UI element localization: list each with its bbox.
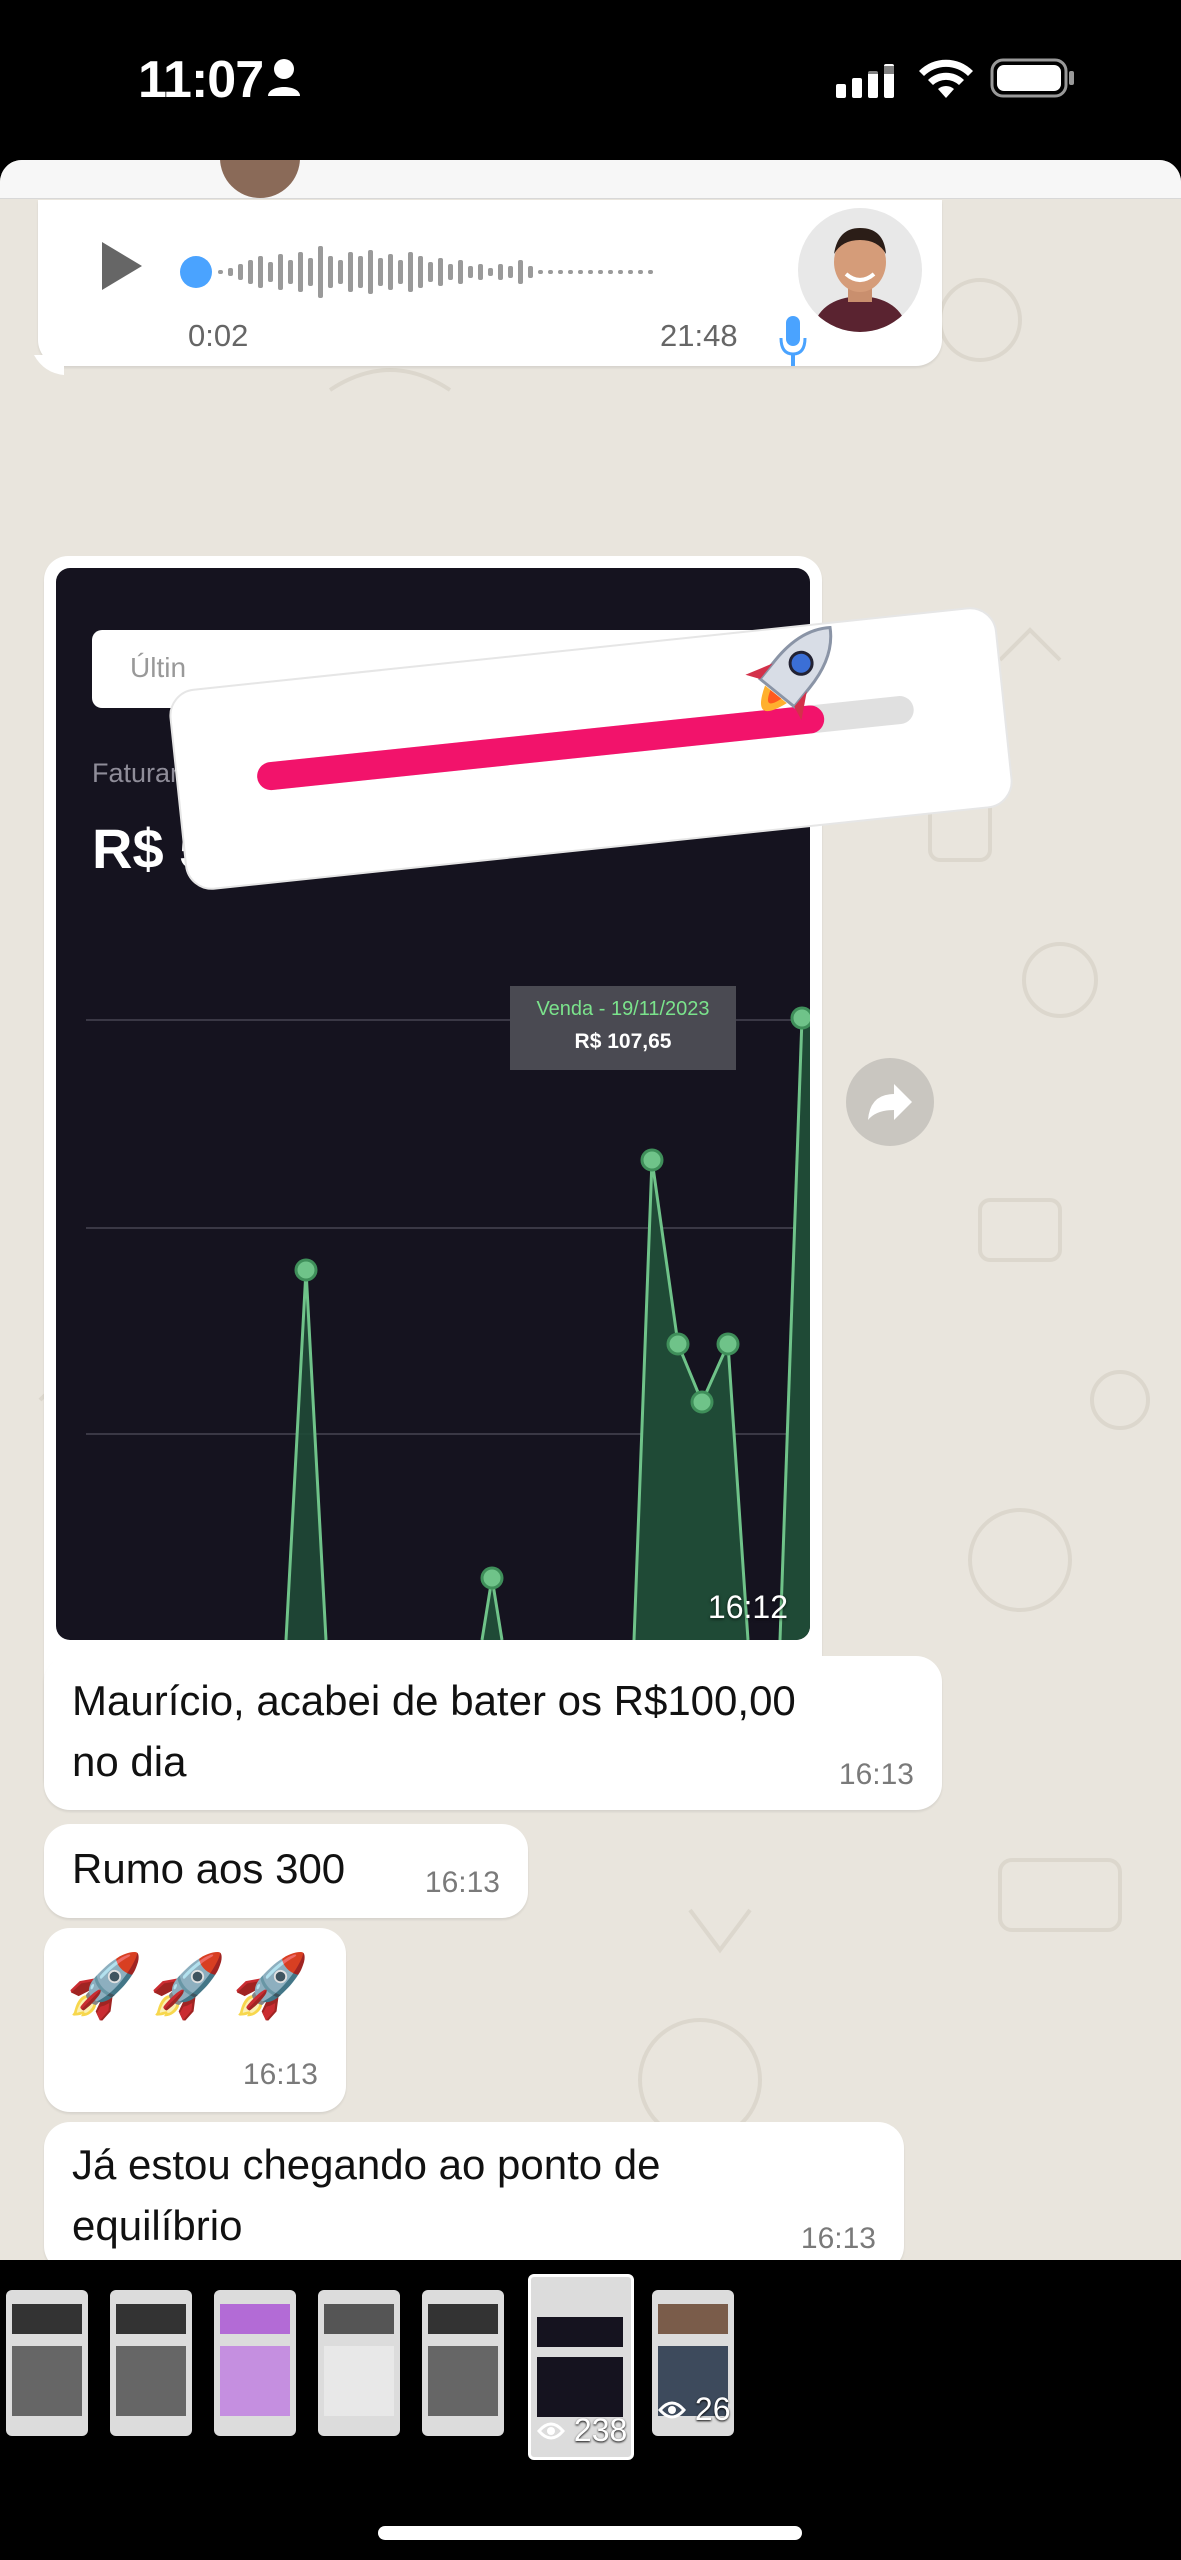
message-bubble[interactable]: Maurício, acabei de bater os R$100,00 no… bbox=[44, 1656, 942, 1810]
tooltip-value: R$ 107,65 bbox=[574, 1030, 672, 1053]
wifi-icon bbox=[919, 59, 973, 98]
story-thumbnail[interactable] bbox=[318, 2290, 400, 2436]
play-icon[interactable] bbox=[100, 240, 144, 292]
status-bar: 11:07 bbox=[0, 0, 1181, 160]
message-text-line1: Maurício, acabei de bater os R$100,00 bbox=[72, 1677, 796, 1724]
message-text: Rumo aos 300 bbox=[72, 1845, 346, 1892]
forward-icon[interactable] bbox=[846, 1058, 934, 1146]
bubble-tail bbox=[34, 355, 64, 375]
chart-tooltip: Venda - 19/11/2023 R$ 107,65 bbox=[510, 986, 736, 1070]
chat-header[interactable] bbox=[0, 160, 1181, 199]
message-time: 16:13 bbox=[424, 1866, 500, 1899]
message-text-line2: no dia bbox=[72, 1738, 187, 1785]
person-icon bbox=[268, 59, 300, 96]
contact-avatar[interactable] bbox=[220, 160, 300, 198]
message-bubble[interactable]: Já estou chegando ao ponto de equilíbrio… bbox=[44, 2122, 904, 2260]
story-thumbnail-selected[interactable]: 238 bbox=[528, 2274, 634, 2460]
progress-bar-sticker bbox=[169, 607, 1013, 890]
message-time: 16:12 bbox=[707, 1589, 788, 1625]
home-indicator[interactable] bbox=[378, 2526, 802, 2540]
microphone-icon bbox=[779, 316, 807, 366]
message-text-line1: Já estou chegando ao ponto de bbox=[72, 2141, 661, 2188]
message-time: 16:13 bbox=[242, 2058, 318, 2091]
message-text-line2: equilíbrio bbox=[72, 2202, 243, 2249]
story-thumbnail[interactable] bbox=[422, 2290, 504, 2436]
chat-area[interactable]: 0:02 21:48 Últin Faturamento Total R$ bbox=[0, 160, 1181, 2260]
eye-icon bbox=[537, 2422, 565, 2440]
message-time: 16:13 bbox=[838, 1758, 914, 1791]
cellular-signal-icon bbox=[836, 64, 894, 98]
story-thumbnail[interactable] bbox=[214, 2290, 296, 2436]
story-thumbnail[interactable] bbox=[110, 2290, 192, 2436]
view-count-value: 238 bbox=[573, 2412, 628, 2448]
sender-avatar[interactable] bbox=[798, 208, 922, 332]
story-thumbnail-strip[interactable]: 238 26 bbox=[0, 2260, 1181, 2560]
story-thumbnail[interactable] bbox=[6, 2290, 88, 2436]
message-bubble[interactable]: Rumo aos 300 16:13 bbox=[44, 1824, 528, 1918]
eye-icon bbox=[658, 2401, 686, 2419]
view-count-value: 26 bbox=[694, 2391, 731, 2427]
voice-message-bubble[interactable]: 0:02 21:48 bbox=[34, 200, 942, 375]
view-count: 26 bbox=[658, 2391, 730, 2428]
story-thumbnail[interactable]: 26 bbox=[652, 2290, 734, 2436]
battery-icon bbox=[990, 58, 1074, 98]
view-count: 238 bbox=[537, 2412, 627, 2449]
status-time: 11:07 bbox=[138, 51, 264, 109]
audio-waveform[interactable] bbox=[178, 242, 698, 302]
rocket-emojis: 🚀🚀🚀 bbox=[66, 1952, 316, 2021]
tooltip-title: Venda - 19/11/2023 bbox=[536, 998, 710, 1020]
forward-button[interactable] bbox=[846, 1058, 934, 1146]
message-time: 16:13 bbox=[800, 2222, 876, 2255]
message-time: 21:48 bbox=[660, 318, 738, 353]
audio-elapsed: 0:02 bbox=[188, 318, 249, 353]
message-bubble[interactable]: 🚀🚀🚀 16:13 bbox=[44, 1928, 346, 2112]
